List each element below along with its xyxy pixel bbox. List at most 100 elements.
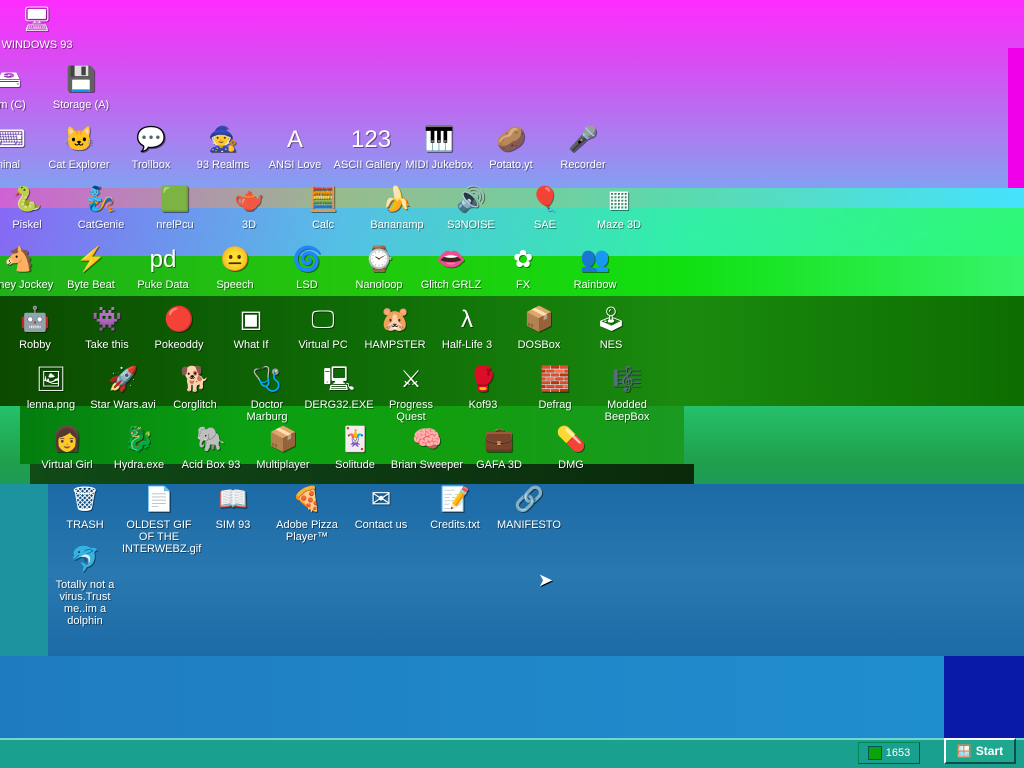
- desktop-icon-puke-data[interactable]: pd Puke Data: [126, 244, 200, 291]
- dolphin-icon: 🐬: [70, 546, 100, 573]
- desktop-icon-brian-sweeper[interactable]: 🧠 Brian Sweeper: [390, 424, 464, 471]
- desktop-icon-corglitch[interactable]: 🐕 Corglitch: [158, 364, 232, 411]
- desktop-icon-robby[interactable]: 🤖 Robby: [0, 304, 72, 351]
- windows-93-icon: 🖥: [21, 6, 53, 33]
- desktop-icon-ansi-love[interactable]: A ANSI Love: [258, 124, 332, 171]
- desktop-icon-speech[interactable]: 😐 Speech: [198, 244, 272, 291]
- desktop-icon-manifesto[interactable]: 🔗 MANIFESTO: [492, 484, 566, 531]
- virtual-pc-label: Virtual PC: [298, 339, 348, 351]
- desktop-icon-multi-player[interactable]: 📦 Multiplayer: [246, 424, 320, 471]
- desktop-icon-teapot[interactable]: 🫖 3D: [212, 184, 286, 231]
- desktop-icon-progress-quest[interactable]: ⚔ Progress Quest: [374, 364, 448, 423]
- desktop-icon-virtual-girl[interactable]: 👩 Virtual Girl: [30, 424, 104, 471]
- desktop-icon-catgenie[interactable]: 🧞 CatGenie: [64, 184, 138, 231]
- desktop-icon-dosbox[interactable]: 📦 DOSBox: [502, 304, 576, 351]
- desktop-icon-hydra[interactable]: 🐉 Hydra.exe: [102, 424, 176, 471]
- 93-realms-icon: 🧙: [208, 126, 238, 153]
- desktop-icon-modded-beepbox[interactable]: 🎼 Modded BeepBox: [590, 364, 664, 423]
- desktop-icon-cat-explorer[interactable]: 🐱 Cat Explorer: [42, 124, 116, 171]
- 93-realms-label: 93 Realms: [196, 159, 250, 171]
- desktop-icon-trash[interactable]: 🗑 TRASH: [48, 484, 122, 531]
- hampster-label: HAMPSTER: [364, 339, 426, 351]
- desktop-icon-dolphin[interactable]: 🐬 Totally not a virus.Trust me..im a dolp…: [48, 544, 122, 627]
- dosbox-icon: 📦: [524, 306, 554, 333]
- desktop-icon-virtual-pc-cube[interactable]: 🟩 nrelPcu: [138, 184, 212, 231]
- desktop-icon-windows-93[interactable]: 🖥 WINDOWS 93: [0, 4, 74, 51]
- desktop-icon-what-if[interactable]: ▣ What If: [214, 304, 288, 351]
- robby-icon: 🤖: [20, 306, 50, 333]
- windows-93-label: WINDOWS 93: [1, 39, 73, 51]
- desktop-icon-ascii-gallery[interactable]: 123 ASCII Gallery: [330, 124, 404, 171]
- desktop-icon-93-realms[interactable]: 🧙 93 Realms: [186, 124, 260, 171]
- desktop-icon-glitch-grlz[interactable]: 👄 Glitch GRLZ: [414, 244, 488, 291]
- speaker-icon: 🔊: [456, 186, 486, 213]
- start-button[interactable]: 🪟 Start: [944, 738, 1016, 764]
- desktop-icon-take-this[interactable]: 👾 Take this: [70, 304, 144, 351]
- desktop-icon-balloon[interactable]: 🎈 SAE: [508, 184, 582, 231]
- desktop-icon-kof93[interactable]: 🥊 Kof93: [446, 364, 520, 411]
- desktop-icon-doctor-marburg[interactable]: 🩺 Doctor Marburg: [230, 364, 304, 423]
- desktop-icon-gafa-3d[interactable]: 💼 GAFA 3D: [462, 424, 536, 471]
- trash-label: TRASH: [66, 519, 104, 531]
- terminal-icon: ⌨: [0, 126, 26, 153]
- calculator-icon: 🧮: [308, 186, 338, 213]
- contact-us-label: Contact us: [354, 519, 408, 531]
- desktop-icon-solitude[interactable]: 🃏 Solitude: [318, 424, 392, 471]
- desktop-icon-calculator[interactable]: 🧮 Calc: [286, 184, 360, 231]
- glitch-band-8: [0, 484, 48, 674]
- desktop-icon-half-life-3[interactable]: λ Half-Life 3: [430, 304, 504, 351]
- adobe-pizza-player-label: Adobe Pizza Player™: [276, 519, 338, 543]
- ansi-love-icon: A: [286, 126, 303, 153]
- desktop-icon-defrag[interactable]: 🧱 Defrag: [518, 364, 592, 411]
- desktop-icon-sim-93[interactable]: 📖 SIM 93: [196, 484, 270, 531]
- half-life-3-icon: λ: [461, 306, 473, 333]
- nes-label: NES: [599, 339, 623, 351]
- desktop-icon-midi-jukebox[interactable]: 🎹 MIDI Jukebox: [402, 124, 476, 171]
- desktop-icon-acid-box-93[interactable]: 🐘 Acid Box 93: [174, 424, 248, 471]
- desktop-icon-storage-a[interactable]: 💾 Storage (A): [44, 64, 118, 111]
- desktop-icon-oldest-gif[interactable]: 📄 OLDEST GIF OF THE INTERWEBZ.gif: [122, 484, 201, 555]
- desktop-icon-lenna[interactable]: 🖼 lenna.png: [14, 364, 88, 411]
- trollbox-icon: 💬: [136, 126, 166, 153]
- desktop-icon-byte-beat[interactable]: ⚡ Byte Beat: [54, 244, 128, 291]
- desktop-icon-hampster[interactable]: 🐹 HAMPSTER: [358, 304, 432, 351]
- calculator-label: Calc: [311, 219, 334, 231]
- desktop-icon-virtual-pc[interactable]: 🖵 Virtual PC: [286, 304, 360, 351]
- desktop-icon-credits[interactable]: 📝 Credits.txt: [418, 484, 492, 531]
- desktop-icon-lsd[interactable]: 🌀 LSD: [270, 244, 344, 291]
- corglitch-label: Corglitch: [173, 399, 217, 411]
- poney-jockey-label: Poney Jockey: [0, 279, 54, 291]
- desktop-icon-potato-yt[interactable]: 🥔 Potato.yt: [474, 124, 548, 171]
- desktop-icon-system-c[interactable]: 🖴 em (C): [0, 64, 46, 111]
- system-tray[interactable]: 1653: [858, 742, 920, 764]
- speech-label: Speech: [216, 279, 254, 291]
- byte-beat-label: Byte Beat: [67, 279, 115, 291]
- desktop-icon-terminal[interactable]: ⌨ minal: [0, 124, 44, 171]
- desktop-icon-recorder[interactable]: 🎤 Recorder: [546, 124, 620, 171]
- desktop-icon-adobe-pizza-player[interactable]: 🍕 Adobe Pizza Player™: [270, 484, 344, 543]
- desktop-icon-pokeoddy[interactable]: 🔴 Pokeoddy: [142, 304, 216, 351]
- nanoloop-label: Nanoloop: [355, 279, 403, 291]
- desktop-icon-contact-us[interactable]: ✉ Contact us: [344, 484, 418, 531]
- lenna-icon: 🖼: [35, 366, 67, 393]
- desktop-icon-fx[interactable]: ✿ FX: [486, 244, 560, 291]
- half-life-3-label: Half-Life 3: [441, 339, 493, 351]
- desktop-icon-nanoloop[interactable]: ⌚ Nanoloop: [342, 244, 416, 291]
- robby-label: Robby: [19, 339, 51, 351]
- desktop-icon-poney-jockey[interactable]: 🐴 Poney Jockey: [0, 244, 56, 291]
- desktop-icon-derg32[interactable]: 🖳 DERG32.EXE: [302, 364, 376, 411]
- desktop-icon-piskel[interactable]: 🐍 Piskel: [0, 184, 64, 231]
- desktop-icon-speaker[interactable]: 🔊 S3NOISE: [434, 184, 508, 231]
- take-this-label: Take this: [85, 339, 129, 351]
- desktop-icon-trollbox[interactable]: 💬 Trollbox: [114, 124, 188, 171]
- desktop-icon-dmg[interactable]: 💊 DMG: [534, 424, 608, 471]
- balloon-icon: 🎈: [530, 186, 560, 213]
- fx-label: FX: [515, 279, 531, 291]
- potato-yt-icon: 🥔: [496, 126, 526, 153]
- virtual-girl-label: Virtual Girl: [41, 459, 93, 471]
- desktop-icon-nes[interactable]: 🕹 NES: [574, 304, 648, 351]
- desktop-icon-star-wars[interactable]: 🚀 Star Wars.avi: [86, 364, 160, 411]
- desktop-icon-maze-3d[interactable]: ▦ Maze 3D: [582, 184, 656, 231]
- desktop-icon-bananamp[interactable]: 🍌 Bananamp: [360, 184, 434, 231]
- desktop-icon-rainbow[interactable]: 👥 Rainbow: [558, 244, 632, 291]
